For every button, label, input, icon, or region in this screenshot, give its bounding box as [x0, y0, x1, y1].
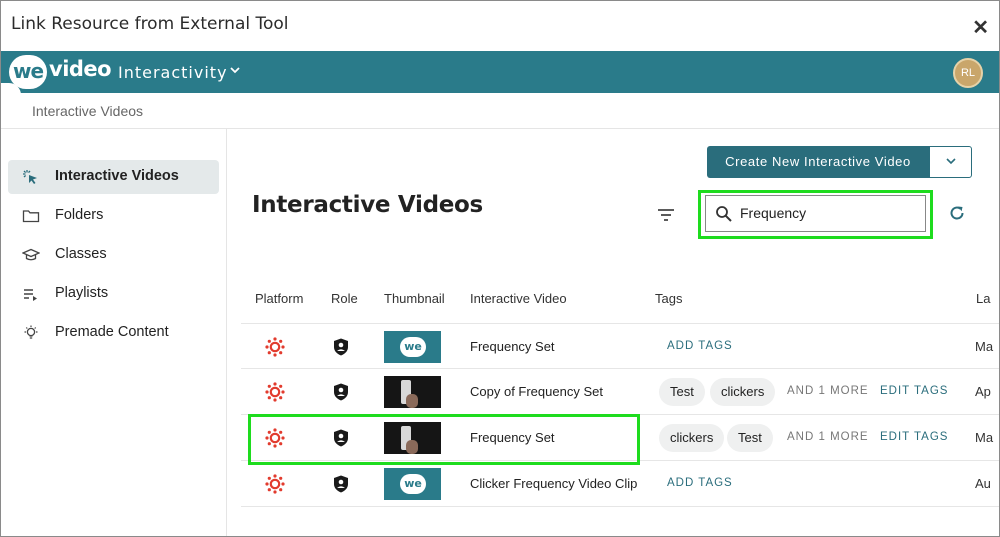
cursor-click-icon [23, 170, 37, 184]
sidebar-item-label: Interactive Videos [55, 168, 179, 184]
last-modified-cell: Ma [975, 339, 994, 354]
breadcrumb: Interactive Videos [1, 93, 999, 129]
video-title[interactable]: Frequency Set [470, 430, 555, 445]
shield-user-icon [334, 475, 348, 493]
sidebar-item-folders[interactable]: Folders [8, 199, 219, 233]
column-header-tags[interactable]: Tags [655, 291, 682, 306]
app-header: we video Interactivity RL [1, 51, 999, 93]
dialog-frame: Link Resource from External Tool ✕ we vi… [0, 0, 1000, 537]
add-tags-button[interactable]: ADD TAGS [667, 340, 733, 352]
column-header-interactive-video[interactable]: Interactive Video [470, 291, 567, 306]
table-row[interactable]: we Frequency Set ADD TAGS Ma [241, 323, 999, 369]
tag-chip[interactable]: Test [659, 378, 705, 406]
table-row[interactable]: we Clicker Frequency Video Clip ADD TAGS… [241, 461, 999, 507]
search-input[interactable] [740, 205, 920, 221]
video-title[interactable]: Clicker Frequency Video Clip [470, 476, 637, 491]
video-title[interactable]: Frequency Set [470, 339, 555, 354]
filter-icon[interactable] [656, 207, 676, 223]
dialog-title: Link Resource from External Tool [11, 14, 289, 34]
column-header-platform[interactable]: Platform [255, 291, 303, 306]
sidebar-item-interactive-videos[interactable]: Interactive Videos [8, 160, 219, 194]
column-header-role[interactable]: Role [331, 291, 358, 306]
search-field[interactable] [705, 195, 926, 232]
sidebar-item-classes[interactable]: Classes [8, 238, 219, 272]
tag-chip[interactable]: clickers [710, 378, 776, 406]
video-thumbnail[interactable]: we [384, 331, 441, 363]
canvas-logo-icon [265, 474, 285, 494]
edit-tags-button[interactable]: EDIT TAGS [880, 385, 948, 397]
sidebar: Interactive Videos Folders Classes Playl… [1, 129, 227, 536]
lightbulb-icon [24, 325, 38, 339]
video-thumbnail[interactable] [384, 376, 441, 408]
breadcrumb-current[interactable]: Interactive Videos [32, 103, 143, 119]
thumbnail-logo: we [400, 337, 426, 357]
folder-icon [22, 210, 40, 223]
chevron-down-icon [945, 158, 956, 165]
video-thumbnail[interactable] [384, 422, 441, 454]
tag-chip[interactable]: clickers [659, 424, 725, 452]
edit-tags-button[interactable]: EDIT TAGS [880, 431, 948, 443]
create-new-interactive-video-button[interactable]: Create New Interactive Video [707, 146, 929, 178]
logo-video: video [49, 57, 112, 81]
video-title[interactable]: Copy of Frequency Set [470, 384, 603, 399]
shield-user-icon [334, 429, 348, 447]
page-title: Interactive Videos [252, 192, 483, 218]
playlist-icon [24, 289, 37, 301]
graduation-cap-icon [22, 248, 40, 261]
column-header-thumbnail[interactable]: Thumbnail [384, 291, 445, 306]
shield-user-icon [334, 338, 348, 356]
sidebar-item-premade-content[interactable]: Premade Content [8, 316, 219, 350]
dialog-titlebar: Link Resource from External Tool ✕ [1, 1, 999, 51]
thumbnail-hand [406, 440, 418, 454]
sidebar-item-playlists[interactable]: Playlists [8, 277, 219, 311]
user-avatar[interactable]: RL [953, 58, 983, 88]
canvas-logo-icon [265, 382, 285, 402]
video-thumbnail[interactable]: we [384, 468, 441, 500]
thumbnail-hand [406, 394, 418, 408]
chevron-down-icon[interactable] [229, 64, 241, 76]
wevideo-logo[interactable]: we video [9, 55, 112, 89]
more-tags-label[interactable]: AND 1 MORE [787, 385, 869, 397]
tag-chip[interactable]: Test [727, 424, 773, 452]
shield-user-icon [334, 383, 348, 401]
column-header-last[interactable]: La [976, 291, 990, 306]
product-switcher[interactable]: Interactivity [118, 63, 228, 82]
search-icon [716, 206, 732, 222]
sidebar-item-label: Classes [55, 246, 107, 262]
last-modified-cell: Ma [975, 430, 994, 445]
create-options-dropdown-button[interactable] [929, 146, 972, 178]
thumbnail-logo: we [400, 474, 426, 494]
table-row[interactable]: Frequency Set clickers Test AND 1 MORE E… [241, 415, 999, 461]
last-modified-cell: Au [975, 476, 991, 491]
last-modified-cell: Ap [975, 384, 991, 399]
refresh-icon[interactable] [948, 204, 966, 222]
close-icon[interactable]: ✕ [972, 15, 989, 40]
table-row[interactable]: Copy of Frequency Set Test clickers AND … [241, 369, 999, 415]
sidebar-item-label: Premade Content [55, 324, 169, 340]
sidebar-item-label: Folders [55, 207, 104, 223]
add-tags-button[interactable]: ADD TAGS [667, 477, 733, 489]
canvas-logo-icon [265, 337, 285, 357]
sidebar-item-label: Playlists [55, 285, 109, 301]
more-tags-label[interactable]: AND 1 MORE [787, 431, 869, 443]
canvas-logo-icon [265, 428, 285, 448]
